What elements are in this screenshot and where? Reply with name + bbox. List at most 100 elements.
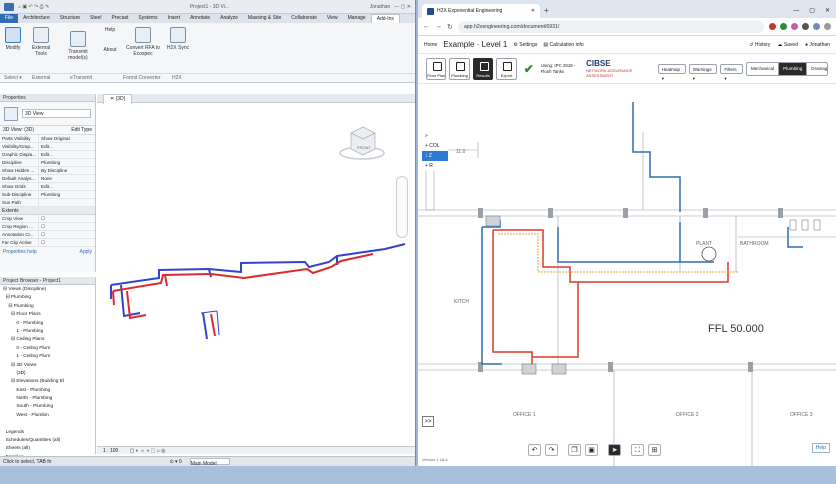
collapse-control[interactable]: » bbox=[422, 131, 448, 141]
tree-item[interactable]: ⊟ Ceiling Plans bbox=[3, 336, 92, 344]
property-value[interactable]: Plumbing bbox=[38, 159, 95, 166]
modify-button[interactable]: Modify bbox=[3, 27, 23, 51]
type-dropdown[interactable]: 3D View bbox=[22, 109, 91, 118]
3d-view-area[interactable]: ✕ {3D} FRONT bbox=[97, 94, 415, 454]
tree-item[interactable]: 1 - Ceiling Plum bbox=[3, 353, 92, 361]
tree-item[interactable]: Sheets (all) bbox=[3, 445, 92, 453]
extension-icon[interactable] bbox=[802, 23, 809, 30]
calc-info-link[interactable]: ▤ Calculation info bbox=[543, 42, 583, 48]
reload-icon[interactable]: ↻ bbox=[447, 23, 453, 31]
tree-item[interactable] bbox=[3, 420, 92, 428]
edit-type-button[interactable]: Edit Type bbox=[71, 126, 92, 134]
extension-icon[interactable] bbox=[769, 23, 776, 30]
property-row[interactable]: Show Hidden ... By Discipline bbox=[0, 167, 95, 175]
property-checkbox[interactable]: ☐ bbox=[38, 215, 95, 222]
apply-button[interactable]: Apply bbox=[79, 249, 92, 255]
tree-item[interactable]: ⊟ Floor Plans bbox=[3, 311, 92, 319]
property-value[interactable] bbox=[38, 199, 95, 206]
extents-row[interactable]: Crop Region ... ☐ bbox=[0, 223, 95, 231]
quick-access-icons[interactable]: ⌂ ▣ ↶ ↷ ⎙ ✎ bbox=[18, 4, 49, 10]
tree-item[interactable]: 0 - Plumbing bbox=[3, 320, 92, 328]
about-button[interactable]: About bbox=[101, 47, 119, 53]
tab-analyze[interactable]: Analyze bbox=[215, 14, 243, 23]
extents-row[interactable]: Crop View ☐ bbox=[0, 215, 95, 223]
tab-architecture[interactable]: Architecture bbox=[18, 14, 55, 23]
property-row[interactable]: Show Grids Edit... bbox=[0, 183, 95, 191]
new-tab-button[interactable]: + bbox=[544, 4, 549, 18]
revit-logo-icon[interactable] bbox=[4, 2, 14, 11]
property-value[interactable]: Plumbing bbox=[38, 191, 95, 198]
window-controls[interactable]: — ▢ ✕ bbox=[394, 4, 411, 10]
property-checkbox[interactable]: ☐ bbox=[38, 231, 95, 238]
tab-steel[interactable]: Steel bbox=[85, 14, 106, 23]
fit-view-icon[interactable]: ⛶ bbox=[631, 444, 644, 456]
property-row[interactable]: Discipline Plumbing bbox=[0, 159, 95, 167]
heatmap-dropdown[interactable]: Heatmap ▾ bbox=[657, 63, 686, 81]
property-value[interactable]: Edit... bbox=[38, 183, 95, 190]
extension-icon[interactable] bbox=[780, 23, 787, 30]
tree-item[interactable]: East - Plumbing bbox=[3, 387, 92, 395]
tree-item[interactable]: West - Plumbin bbox=[3, 412, 92, 420]
property-row[interactable]: Default Analys... None bbox=[0, 175, 95, 183]
tree-item[interactable]: 0 - Ceiling Plum bbox=[3, 345, 92, 353]
property-value[interactable]: Show Original bbox=[38, 135, 95, 142]
tab-drainage[interactable]: Drainage bbox=[806, 62, 827, 75]
r-control[interactable]: + R bbox=[422, 161, 448, 171]
property-checkbox[interactable]: ☐ bbox=[38, 223, 95, 230]
back-icon[interactable]: ← bbox=[423, 23, 430, 30]
transmit-button[interactable]: Transmit model(s) bbox=[58, 31, 98, 61]
property-value[interactable]: None bbox=[38, 175, 95, 182]
plumbing-button[interactable]: Plumbing bbox=[449, 57, 470, 80]
properties-help-link[interactable]: Properties help bbox=[3, 249, 37, 255]
grid-icon[interactable]: ⊞ bbox=[648, 444, 661, 456]
z-control[interactable]: ↕ Z bbox=[422, 151, 448, 161]
revit-user[interactable]: Jonathan bbox=[370, 4, 391, 10]
export-button[interactable]: Export bbox=[496, 57, 517, 80]
tab-view[interactable]: View bbox=[322, 14, 343, 23]
extension-icon[interactable] bbox=[813, 23, 820, 30]
tree-item[interactable]: South - Plumbing bbox=[3, 403, 92, 411]
copy-icon[interactable]: ❐ bbox=[568, 444, 581, 456]
close-tab-icon[interactable]: ✕ bbox=[531, 8, 535, 14]
help-button[interactable]: Help bbox=[811, 443, 830, 453]
tree-item[interactable]: {3D} bbox=[3, 370, 92, 378]
tab-file[interactable]: File bbox=[0, 14, 19, 23]
tab-structure[interactable]: Structure bbox=[55, 14, 85, 23]
tree-item[interactable]: North - Plumbing bbox=[3, 395, 92, 403]
tree-item[interactable]: ⊟ 3D Views bbox=[3, 362, 92, 370]
navigation-bar[interactable] bbox=[396, 176, 408, 238]
tab-massing[interactable]: Massing & Site bbox=[243, 14, 286, 23]
extension-icon[interactable] bbox=[791, 23, 798, 30]
profile-icon[interactable] bbox=[824, 23, 831, 30]
property-value[interactable]: Edit... bbox=[38, 143, 95, 150]
view-scale[interactable]: 1 : 100 bbox=[103, 448, 118, 454]
extents-row[interactable]: Annotation Cr... ☐ bbox=[0, 231, 95, 239]
property-checkbox[interactable]: ☐ bbox=[38, 239, 95, 246]
warnings-dropdown[interactable]: Warnings ▾ bbox=[688, 63, 718, 81]
url-field[interactable]: app.h2xengineering.com/document/6931/ bbox=[457, 20, 764, 33]
redo-icon[interactable]: ↷ bbox=[545, 444, 558, 456]
tab-systems[interactable]: Systems bbox=[133, 14, 162, 23]
view-control-icons[interactable]: ▢ ◐ ☼ ◑ ⬚ ⌂ ◎ bbox=[130, 448, 166, 454]
history-button[interactable]: ↺ History bbox=[749, 42, 770, 48]
col-control[interactable]: + COL bbox=[422, 141, 448, 151]
tab-add-ins[interactable]: Add-Ins bbox=[370, 13, 400, 24]
extents-row[interactable]: Far Clip Active ☐ bbox=[0, 239, 95, 247]
help-button[interactable]: Help bbox=[101, 27, 119, 33]
property-value[interactable]: By Discipline bbox=[38, 167, 95, 174]
results-button[interactable]: Results bbox=[472, 57, 494, 80]
tree-item[interactable]: Schedules/Quantities (all) bbox=[3, 437, 92, 445]
property-row[interactable]: Sub-Discipline Plumbing bbox=[0, 191, 95, 199]
tree-item[interactable]: 1 - Plumbing bbox=[3, 328, 92, 336]
home-link[interactable]: Home bbox=[424, 42, 437, 48]
tree-item[interactable]: ⊟ Elevations (Building El bbox=[3, 378, 92, 386]
tab-precast[interactable]: Precast bbox=[106, 14, 133, 23]
external-tools-button[interactable]: External Tools bbox=[28, 27, 54, 57]
main-model-field[interactable]: Main Model bbox=[189, 458, 230, 466]
tab-collaborate[interactable]: Collaborate bbox=[286, 14, 322, 23]
convert-rfa-button[interactable]: Convert RFA to Ecospec bbox=[124, 27, 162, 57]
instance-selector[interactable]: 3D View: (3D) Edit Type bbox=[0, 126, 95, 135]
status-icons[interactable]: ⊙ ▾ 0 bbox=[169, 457, 181, 466]
user-menu[interactable]: ● Jonathan bbox=[805, 42, 830, 48]
extension-icons[interactable] bbox=[769, 23, 831, 30]
